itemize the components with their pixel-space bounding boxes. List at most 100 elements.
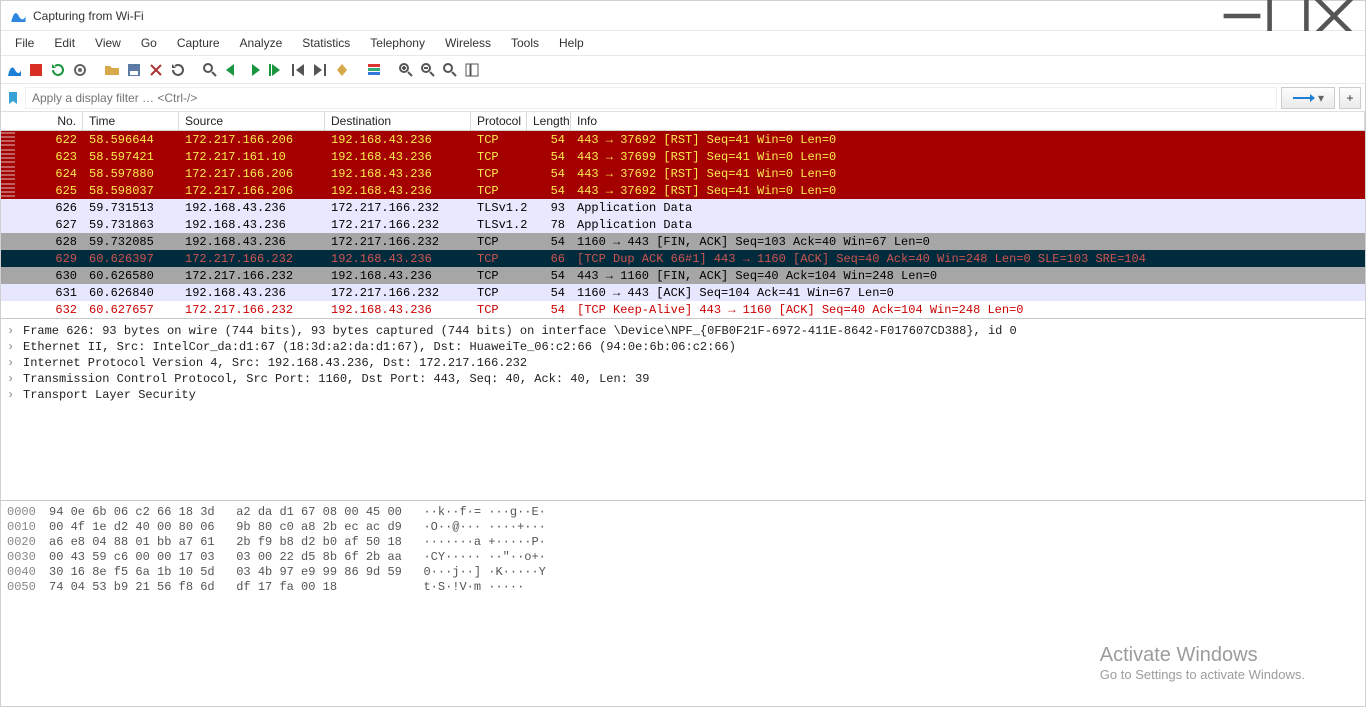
cell-no: 622 [15, 133, 83, 147]
menu-wireless[interactable]: Wireless [435, 32, 501, 54]
packet-row[interactable]: 62659.731513192.168.43.236172.217.166.23… [1, 199, 1365, 216]
maximize-button[interactable] [1265, 1, 1311, 31]
packet-row[interactable]: 62960.626397172.217.166.232192.168.43.23… [1, 250, 1365, 267]
display-filter-input[interactable] [25, 87, 1277, 109]
hex-line[interactable]: 000094 0e 6b 06 c2 66 18 3d a2 da d1 67 … [7, 505, 1365, 520]
menu-capture[interactable]: Capture [167, 32, 230, 54]
cell-source: 192.168.43.236 [179, 218, 325, 232]
cell-destination: 172.217.166.232 [325, 286, 471, 300]
packet-bytes[interactable]: 000094 0e 6b 06 c2 66 18 3d a2 da d1 67 … [1, 501, 1365, 706]
goto-last-icon[interactable] [311, 61, 329, 79]
expand-icon[interactable]: › [7, 355, 17, 371]
menu-statistics[interactable]: Statistics [292, 32, 360, 54]
detail-line[interactable]: Transport Layer Security [23, 387, 196, 403]
packet-row[interactable]: 62258.596644172.217.166.206192.168.43.23… [1, 131, 1365, 148]
cell-length: 54 [527, 184, 571, 198]
goto-packet-icon[interactable] [267, 61, 285, 79]
packet-row[interactable]: 63160.626840192.168.43.236172.217.166.23… [1, 284, 1365, 301]
expand-icon[interactable]: › [7, 387, 17, 403]
hex-line[interactable]: 005074 04 53 b9 21 56 f8 6d df 17 fa 00 … [7, 580, 1365, 595]
cell-source: 172.217.166.206 [179, 184, 325, 198]
packet-details[interactable]: › Frame 626: 93 bytes on wire (744 bits),… [1, 319, 1365, 501]
detail-line[interactable]: Ethernet II, Src: IntelCor_da:d1:67 (18:… [23, 339, 736, 355]
start-capture-icon[interactable] [5, 61, 23, 79]
minimize-button[interactable] [1219, 1, 1265, 31]
detail-line[interactable]: Transmission Control Protocol, Src Port:… [23, 371, 650, 387]
find-packet-icon[interactable] [201, 61, 219, 79]
detail-line[interactable]: Internet Protocol Version 4, Src: 192.16… [23, 355, 527, 371]
cell-info: 1160 → 443 [FIN, ACK] Seq=103 Ack=40 Win… [571, 235, 1365, 249]
colorize-icon[interactable] [365, 61, 383, 79]
menu-edit[interactable]: Edit [44, 32, 85, 54]
packet-row[interactable]: 63060.626580172.217.166.232192.168.43.23… [1, 267, 1365, 284]
go-forward-icon[interactable] [245, 61, 263, 79]
cell-length: 54 [527, 286, 571, 300]
col-destination[interactable]: Destination [325, 112, 471, 130]
wireshark-icon [9, 7, 27, 25]
hex-line[interactable]: 003000 43 59 c6 00 00 17 03 03 00 22 d5 … [7, 550, 1365, 565]
cell-no: 628 [15, 235, 83, 249]
open-file-icon[interactable] [103, 61, 121, 79]
col-time[interactable]: Time [83, 112, 179, 130]
packet-row[interactable]: 62759.731863192.168.43.236172.217.166.23… [1, 216, 1365, 233]
expand-icon[interactable]: › [7, 339, 17, 355]
go-back-icon[interactable] [223, 61, 241, 79]
menu-help[interactable]: Help [549, 32, 594, 54]
cell-info: 443 → 37699 [RST] Seq=41 Win=0 Len=0 [571, 150, 1365, 164]
menu-telephony[interactable]: Telephony [360, 32, 435, 54]
stop-capture-icon[interactable] [27, 61, 45, 79]
zoom-out-icon[interactable] [419, 61, 437, 79]
reload-icon[interactable] [169, 61, 187, 79]
menu-tools[interactable]: Tools [501, 32, 549, 54]
cell-time: 60.626397 [83, 252, 179, 266]
cell-no: 624 [15, 167, 83, 181]
hex-line[interactable]: 001000 4f 1e d2 40 00 80 06 9b 80 c0 a8 … [7, 520, 1365, 535]
packet-row[interactable]: 63260.627657172.217.166.232192.168.43.23… [1, 301, 1365, 318]
col-protocol[interactable]: Protocol [471, 112, 527, 130]
cell-source: 192.168.43.236 [179, 235, 325, 249]
hex-line[interactable]: 004030 16 8e f5 6a 1b 10 5d 03 4b 97 e9 … [7, 565, 1365, 580]
add-filter-button[interactable]: + [1339, 87, 1361, 109]
expand-icon[interactable]: › [7, 371, 17, 387]
detail-line[interactable]: Frame 626: 93 bytes on wire (744 bits), … [23, 323, 1017, 339]
zoom-reset-icon[interactable] [441, 61, 459, 79]
col-length[interactable]: Length [527, 112, 571, 130]
menubar: File Edit View Go Capture Analyze Statis… [1, 31, 1365, 56]
goto-first-icon[interactable] [289, 61, 307, 79]
packet-row[interactable]: 62458.597880172.217.166.206192.168.43.23… [1, 165, 1365, 182]
packet-row[interactable]: 62358.597421172.217.161.10192.168.43.236… [1, 148, 1365, 165]
packet-row[interactable]: 62859.732085192.168.43.236172.217.166.23… [1, 233, 1365, 250]
auto-scroll-icon[interactable] [333, 61, 351, 79]
resize-columns-icon[interactable] [463, 61, 481, 79]
cell-no: 632 [15, 303, 83, 317]
cell-length: 78 [527, 218, 571, 232]
col-no[interactable]: No. [1, 112, 83, 130]
capture-options-icon[interactable] [71, 61, 89, 79]
cell-time: 58.596644 [83, 133, 179, 147]
bookmark-icon[interactable] [5, 90, 21, 106]
apply-filter-button[interactable]: ▾ [1281, 87, 1335, 109]
close-button[interactable] [1311, 1, 1357, 31]
menu-go[interactable]: Go [131, 32, 167, 54]
menu-view[interactable]: View [85, 32, 131, 54]
menu-file[interactable]: File [5, 32, 44, 54]
menu-analyze[interactable]: Analyze [230, 32, 293, 54]
cell-time: 58.597421 [83, 150, 179, 164]
hex-line[interactable]: 0020a6 e8 04 88 01 bb a7 61 2b f9 b8 d2 … [7, 535, 1365, 550]
cell-destination: 172.217.166.232 [325, 235, 471, 249]
zoom-in-icon[interactable] [397, 61, 415, 79]
save-file-icon[interactable] [125, 61, 143, 79]
cell-protocol: TCP [471, 269, 527, 283]
restart-capture-icon[interactable] [49, 61, 67, 79]
packet-row[interactable]: 62558.598037172.217.166.206192.168.43.23… [1, 182, 1365, 199]
row-stub [1, 199, 15, 216]
col-info[interactable]: Info [571, 112, 1365, 130]
expand-icon[interactable]: › [7, 323, 17, 339]
col-source[interactable]: Source [179, 112, 325, 130]
cell-destination: 192.168.43.236 [325, 303, 471, 317]
cell-protocol: TLSv1.2 [471, 218, 527, 232]
cell-length: 54 [527, 269, 571, 283]
cell-source: 172.217.166.206 [179, 133, 325, 147]
cell-time: 60.627657 [83, 303, 179, 317]
close-file-icon[interactable] [147, 61, 165, 79]
